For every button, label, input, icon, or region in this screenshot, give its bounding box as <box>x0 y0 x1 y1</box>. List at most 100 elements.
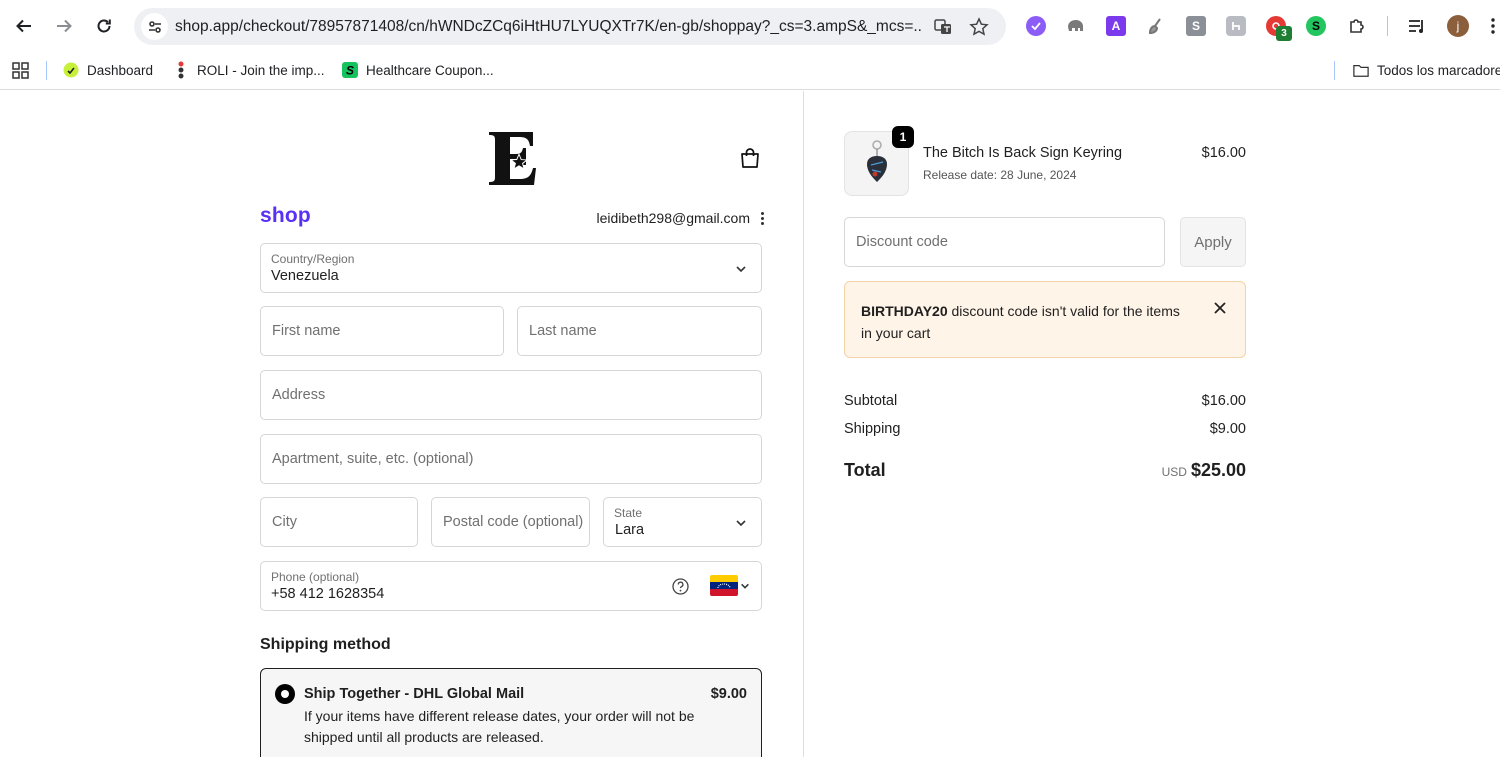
apps-grid-button[interactable] <box>12 60 29 80</box>
shop-pay-logo: shop <box>260 204 311 227</box>
venezuela-flag-icon[interactable] <box>710 575 738 596</box>
first-name-placeholder: First name <box>272 323 341 339</box>
total-amount: USD $25.00 <box>1100 460 1246 481</box>
apartment-placeholder: Apartment, suite, etc. (optional) <box>272 451 474 467</box>
dashboard-icon <box>63 62 79 78</box>
extension-a-icon[interactable]: A <box>1106 16 1126 36</box>
bookmark-label: Dashboard <box>87 62 154 78</box>
bookmark-label: Healthcare Coupon... <box>366 62 494 78</box>
close-icon[interactable] <box>1212 300 1228 316</box>
shipping-radio[interactable] <box>275 684 295 704</box>
product-price: $16.00 <box>1201 145 1246 161</box>
tune-icon <box>148 20 161 33</box>
shipping-option-name: Ship Together - DHL Global Mail <box>304 686 525 702</box>
phone-value: +58 412 1628354 <box>271 586 385 602</box>
apps-grid-icon <box>12 61 29 79</box>
extension-s-gray-icon[interactable]: S <box>1186 16 1206 36</box>
shipping-option-price: $9.00 <box>710 686 747 702</box>
alert-discount-code: BIRTHDAY20 <box>861 303 948 319</box>
bookmarks-bar: Dashboard ROLI - Join the imp... S Healt… <box>0 52 1500 90</box>
svg-text:S: S <box>346 64 354 78</box>
column-divider <box>803 91 804 757</box>
apply-discount-button[interactable]: Apply <box>1180 217 1246 267</box>
bookmark-separator <box>1334 61 1335 80</box>
shipping-value: $9.00 <box>1209 421 1246 437</box>
bookmark-roli[interactable]: ROLI - Join the imp... <box>173 60 325 80</box>
state-select[interactable]: State Lara <box>603 497 762 547</box>
subtotal-value: $16.00 <box>1201 393 1246 409</box>
translate-icon[interactable] <box>932 16 954 38</box>
star-icon[interactable] <box>968 16 990 38</box>
shipping-method-title: Shipping method <box>260 636 391 653</box>
quantity-badge: 1 <box>892 126 914 148</box>
bookmark-label: Todos los marcadores <box>1377 62 1500 78</box>
chevron-down-icon <box>741 583 749 589</box>
store-logo[interactable] <box>487 131 539 185</box>
toolbar-separator <box>1387 16 1388 36</box>
bookmark-label: ROLI - Join the imp... <box>197 62 325 78</box>
city-input[interactable]: City <box>260 497 418 547</box>
shipping-label: Shipping <box>844 421 901 437</box>
apartment-input[interactable]: Apartment, suite, etc. (optional) <box>260 434 762 484</box>
folder-icon <box>1353 62 1369 78</box>
extension-elephant-icon[interactable] <box>1066 16 1086 36</box>
total-label: Total <box>844 460 886 480</box>
discount-code-placeholder: Discount code <box>856 234 948 250</box>
arrow-right-icon <box>57 19 72 33</box>
cart-bag-button[interactable] <box>738 146 762 170</box>
address-placeholder: Address <box>272 387 326 403</box>
bookmark-folder-all[interactable]: Todos los marcadores <box>1353 60 1500 80</box>
account-email: leidibeth298@gmail.com <box>596 210 750 226</box>
back-button[interactable] <box>9 11 39 41</box>
country-select[interactable]: Country/Region Venezuela <box>260 243 762 293</box>
reload-icon <box>97 19 111 33</box>
more-options-icon[interactable] <box>759 211 765 225</box>
extension-s-green-icon[interactable]: S <box>1306 16 1326 36</box>
total-value: $25.00 <box>1190 460 1246 480</box>
profile-avatar[interactable]: j <box>1447 15 1469 37</box>
first-name-input[interactable]: First name <box>260 306 504 356</box>
extension-broom-icon[interactable] <box>1146 16 1166 36</box>
extension-purple-icon[interactable] <box>1026 16 1046 36</box>
city-placeholder: City <box>272 514 297 530</box>
bookmark-healthcare[interactable]: S Healthcare Coupon... <box>342 60 494 80</box>
subtotal-label: Subtotal <box>844 393 898 409</box>
forward-button[interactable] <box>49 11 79 41</box>
shopping-bag-icon <box>741 148 759 168</box>
extension-tool-icon[interactable] <box>1226 16 1246 36</box>
arrow-left-icon <box>16 19 31 33</box>
url-text[interactable]: shop.app/checkout/78957871408/cn/hWNDcZC… <box>175 18 923 36</box>
address-input[interactable]: Address <box>260 370 762 420</box>
shipping-option-desc: If your items have different release dat… <box>304 708 695 745</box>
roli-icon <box>173 61 189 79</box>
last-name-placeholder: Last name <box>529 323 597 339</box>
country-label: Country/Region <box>271 252 355 266</box>
state-value: Lara <box>615 522 645 538</box>
extension-badge: 3 <box>1276 26 1292 41</box>
product-release-date: Release date: 28 June, 2024 <box>923 168 1077 182</box>
postal-code-input[interactable]: Postal code (optional) <box>431 497 590 547</box>
discount-code-input[interactable]: Discount code <box>844 217 1165 267</box>
bookmark-dashboard[interactable]: Dashboard <box>63 60 153 80</box>
phone-input[interactable]: Phone (optional) +58 412 1628354 <box>260 561 762 611</box>
state-label: State <box>614 506 643 520</box>
site-info-button[interactable] <box>141 13 168 40</box>
country-value: Venezuela <box>271 268 339 284</box>
discount-error-alert: BIRTHDAY20 discount code isn't valid for… <box>844 281 1246 358</box>
last-name-input[interactable]: Last name <box>517 306 762 356</box>
extensions-puzzle-icon[interactable] <box>1347 16 1367 36</box>
menu-kebab-icon[interactable] <box>1488 16 1498 36</box>
reload-button[interactable] <box>89 11 119 41</box>
postal-code-placeholder: Postal code (optional) <box>443 514 584 530</box>
help-icon[interactable] <box>672 578 689 595</box>
total-currency: USD <box>1161 465 1187 479</box>
phone-label: Phone (optional) <box>271 570 360 584</box>
product-name: The Bitch Is Back Sign Keyring <box>923 145 1123 161</box>
shipping-option[interactable]: Ship Together - DHL Global Mail $9.00 If… <box>260 668 762 757</box>
reading-list-icon[interactable] <box>1407 16 1427 36</box>
browser-toolbar: shop.app/checkout/78957871408/cn/hWNDcZC… <box>0 0 1500 52</box>
alert-message: BIRTHDAY20 discount code isn't valid for… <box>861 300 1191 344</box>
account-menu[interactable]: leidibeth298@gmail.com <box>560 210 765 226</box>
chevron-down-icon <box>736 520 746 527</box>
address-bar[interactable]: shop.app/checkout/78957871408/cn/hWNDcZC… <box>134 8 1006 45</box>
